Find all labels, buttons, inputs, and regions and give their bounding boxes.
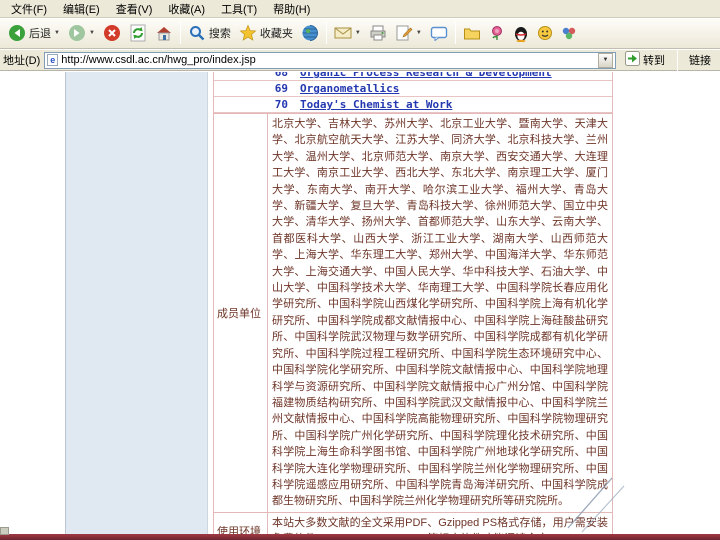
journal-title-link[interactable]: Organometallics: [300, 82, 399, 95]
menu-tools[interactable]: 工具(T): [213, 0, 265, 18]
search-button[interactable]: 搜索: [184, 22, 235, 44]
back-dropdown-icon[interactable]: ▼: [54, 30, 60, 36]
toolbar-separator: [454, 22, 456, 44]
address-url: http://www.csdl.ac.cn/hwg_pro/index.jsp: [61, 54, 256, 66]
folder-icon: [463, 26, 481, 40]
journal-title-link[interactable]: Today's Chemist at Work: [300, 98, 452, 111]
forward-icon: [68, 24, 86, 42]
discuss-button[interactable]: [426, 24, 452, 43]
toolbar: 后退 ▼ ▼ 搜索 收藏夹 ▼ ▼: [0, 18, 720, 49]
stop-icon: [103, 24, 121, 42]
search-icon: [188, 24, 206, 42]
address-input[interactable]: e http://www.csdl.ac.cn/hwg_pro/index.js…: [44, 51, 616, 69]
database-info-table: 成员单位 北京大学、吉林大学、苏州大学、北京工业大学、暨南大学、天津大学、北京航…: [213, 113, 613, 534]
rose-plugin-button[interactable]: [485, 23, 509, 43]
table-row: 成员单位 北京大学、吉林大学、苏州大学、北京工业大学、暨南大学、天津大学、北京航…: [213, 113, 613, 513]
pencil-stroke-marks: [567, 477, 625, 533]
printer-icon: [369, 25, 387, 41]
journal-number: 69: [274, 82, 288, 95]
go-label: 转到: [643, 55, 665, 67]
go-button[interactable]: 转到: [620, 50, 670, 70]
qq-penguin-icon: [513, 25, 529, 42]
refresh-icon: [129, 24, 147, 42]
row-label-members: 成员单位: [213, 113, 268, 513]
favorites-button[interactable]: 收藏夹: [235, 22, 297, 44]
menu-view[interactable]: 查看(V): [108, 0, 161, 18]
page-left-panel: [65, 72, 208, 534]
journal-number: 68: [274, 72, 288, 79]
print-button[interactable]: [365, 23, 391, 43]
forward-dropdown-icon[interactable]: ▼: [89, 30, 95, 36]
row-value-members: 北京大学、吉林大学、苏州大学、北京工业大学、暨南大学、天津大学、北京航空航天大学…: [267, 113, 613, 513]
edit-dropdown-icon[interactable]: ▼: [416, 30, 422, 36]
journal-row: 69 Organometallics: [214, 81, 612, 97]
journal-row: 70 Today's Chemist at Work: [214, 97, 612, 113]
folder-plugin-button[interactable]: [459, 24, 485, 42]
home-button[interactable]: [151, 22, 177, 44]
row-value-environment: 本站大多数文献的全文采用PDF、Gzipped PS格式存储，用户需安装免费软件…: [267, 511, 613, 534]
search-label: 搜索: [208, 28, 231, 40]
journal-list: 68 Organic Process Research & Developmen…: [213, 72, 613, 113]
address-bar: 地址(D) e http://www.csdl.ac.cn/hwg_pro/in…: [0, 49, 720, 71]
menu-help[interactable]: 帮助(H): [265, 0, 318, 18]
refresh-button[interactable]: [125, 22, 151, 44]
face-plugin-button[interactable]: [533, 23, 557, 43]
back-icon: [8, 24, 26, 42]
back-label: 后退: [29, 28, 51, 40]
edit-icon: [395, 25, 413, 41]
address-label: 地址(D): [3, 55, 41, 67]
menu-edit[interactable]: 编辑(E): [55, 0, 108, 18]
smiley-icon: [537, 25, 553, 41]
qq-plugin-button[interactable]: [509, 23, 533, 44]
back-button[interactable]: 后退 ▼: [4, 22, 64, 44]
toolbar-separator: [179, 22, 181, 44]
mail-button[interactable]: ▼: [330, 24, 365, 42]
globe-icon: [301, 24, 319, 42]
page-main-column: 68 Organic Process Research & Developmen…: [213, 72, 613, 534]
mail-icon: [334, 26, 352, 40]
netants-plugin-button[interactable]: [557, 23, 581, 43]
addressbar-separator: [677, 49, 678, 71]
toolbar-separator: [325, 22, 327, 44]
rose-icon: [489, 25, 505, 41]
table-row: 使用环境 本站大多数文献的全文采用PDF、Gzipped PS格式存储，用户需安…: [213, 511, 613, 534]
page-favicon-icon: e: [47, 54, 59, 66]
discuss-icon: [430, 26, 448, 41]
journal-title-link[interactable]: Organic Process Research & Development: [300, 72, 552, 79]
favorites-label: 收藏夹: [259, 28, 293, 40]
media-button[interactable]: [297, 22, 323, 44]
favorites-star-icon: [239, 24, 257, 42]
home-icon: [155, 24, 173, 42]
colorful-plugin-icon: [561, 25, 577, 41]
menu-favorites[interactable]: 收藏(A): [160, 0, 213, 18]
edit-button[interactable]: ▼: [391, 23, 426, 43]
mail-dropdown-icon[interactable]: ▼: [355, 30, 361, 36]
forward-button[interactable]: ▼: [64, 22, 99, 44]
journal-row: 68 Organic Process Research & Developmen…: [214, 72, 612, 81]
page-content: 68 Organic Process Research & Developmen…: [0, 72, 720, 534]
go-icon: [625, 51, 640, 69]
links-label: 链接: [689, 55, 711, 67]
journal-number: 70: [274, 98, 288, 111]
address-dropdown-button[interactable]: ▼: [598, 52, 613, 68]
bottom-edge-bar: [0, 534, 720, 540]
row-label-environment: 使用环境: [213, 511, 268, 534]
menu-file[interactable]: 文件(F): [3, 0, 55, 18]
browser-window: 文件(F) 编辑(E) 查看(V) 收藏(A) 工具(T) 帮助(H) 后退 ▼…: [0, 0, 720, 540]
menu-bar: 文件(F) 编辑(E) 查看(V) 收藏(A) 工具(T) 帮助(H): [0, 0, 720, 18]
links-button[interactable]: 链接: [685, 52, 717, 68]
bottom-left-corner-square: [0, 527, 9, 535]
stop-button[interactable]: [99, 22, 125, 44]
